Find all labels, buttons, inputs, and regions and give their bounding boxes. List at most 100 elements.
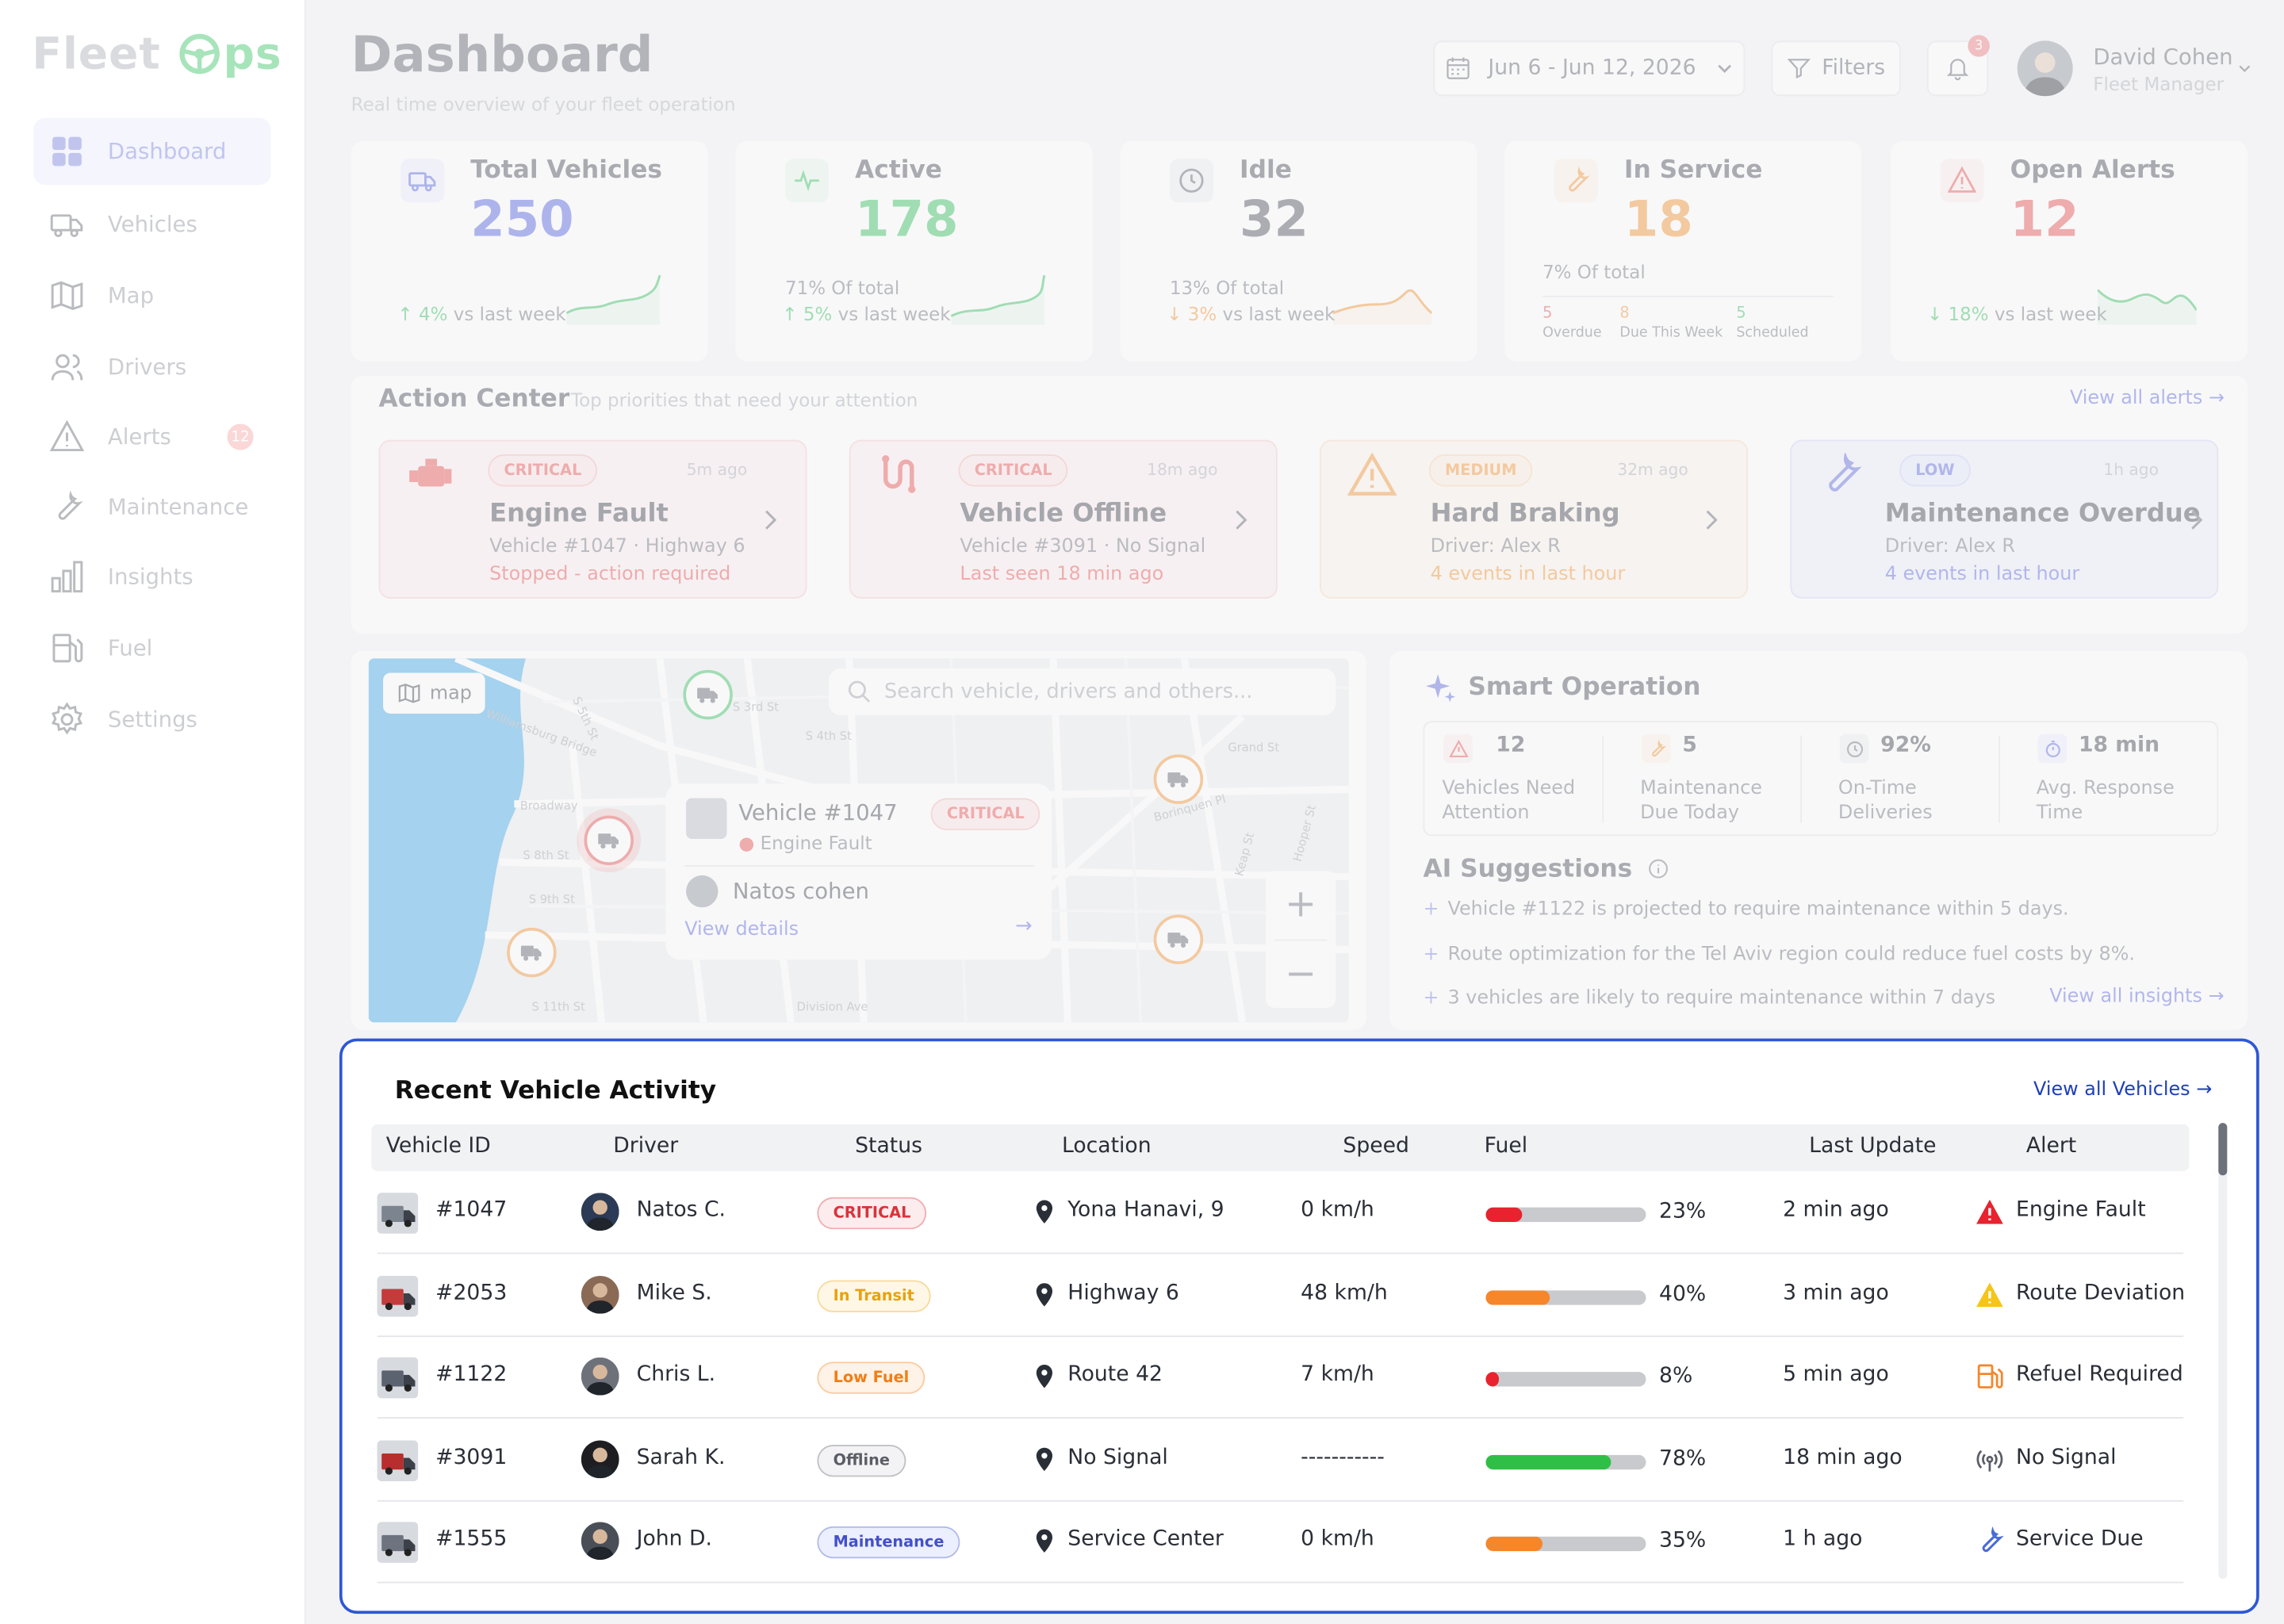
stat-card-active[interactable]: Active 178 71% Of total ↑ 5% vs last wee… (735, 141, 1093, 362)
zoom-in-button[interactable]: + (1266, 871, 1336, 937)
sidebar-item-vehicles[interactable]: Vehicles (33, 191, 270, 258)
warning-icon (1976, 1280, 2005, 1309)
view-all-vehicles-link[interactable]: View all Vehicles → (2033, 1079, 2212, 1101)
wrench-icon (1829, 453, 1862, 492)
driver-avatar (581, 1522, 619, 1561)
brand-logo[interactable]: Fleet ps (32, 29, 282, 80)
info-icon[interactable] (1646, 858, 1669, 880)
engine-icon (409, 458, 452, 487)
alert-label[interactable]: Refuel Required (2016, 1363, 2183, 1386)
last-update: 5 min ago (1783, 1363, 1889, 1387)
sidebar-item-alerts[interactable]: Alerts 12 (33, 404, 270, 470)
vehicle-id[interactable]: #1555 (435, 1528, 507, 1551)
table-row[interactable]: #1047 Natos C. CRITICAL Yona Hanavi, 9 0… (377, 1173, 2184, 1254)
view-all-insights-link[interactable]: View all insights → (2049, 986, 2224, 1008)
alert-card-maintenance-overdue[interactable]: LOW 1h ago Maintenance Overdue Driver: A… (1790, 439, 2219, 599)
table-row[interactable]: #3091 Sarah K. Offline No Signal -------… (377, 1419, 2184, 1502)
status-badge: Offline (817, 1444, 906, 1477)
severity-tag: CRITICAL (488, 454, 598, 487)
column-header[interactable]: Status (855, 1135, 922, 1158)
fuel-bar (1485, 1207, 1646, 1222)
vehicle-id[interactable]: #1047 (435, 1199, 507, 1222)
svg-text:Broadway: Broadway (520, 799, 578, 813)
vehicle-id[interactable]: #2053 (435, 1281, 507, 1304)
alert-card-engine-fault[interactable]: CRITICAL 5m ago Engine Fault Vehicle #10… (378, 439, 807, 599)
zoom-out-button[interactable]: − (1266, 941, 1336, 1008)
dashboard-page: Fleet ps Dashboard Vehicles Map Drivers … (0, 0, 2284, 1624)
vehicle-id[interactable]: #1122 (435, 1363, 507, 1386)
view-all-alerts-link[interactable]: View all alerts → (2070, 388, 2225, 410)
map-view-button[interactable]: map (383, 672, 485, 714)
column-header[interactable]: Speed (1343, 1135, 1409, 1158)
driver-name[interactable]: Chris L. (637, 1363, 715, 1386)
ai-suggestion[interactable]: + Route optimization for the Tel Aviv reg… (1423, 944, 2135, 966)
kpi-vehicles-attention[interactable]: 12 Vehicles Need Attention (1423, 721, 1604, 836)
alert-label[interactable]: Service Due (2016, 1528, 2144, 1551)
sidebar-item-insights[interactable]: Insights (33, 543, 270, 610)
driver-name[interactable]: Natos C. (637, 1199, 726, 1222)
alert-card-vehicle-offline[interactable]: CRITICAL 18m ago Vehicle Offline Vehicle… (849, 439, 1278, 599)
fuel-percent: 78% (1659, 1447, 1707, 1471)
table-row[interactable]: #2053 Mike S. In Transit Highway 6 48 km… (377, 1254, 2185, 1337)
kpi-on-time-deliveries[interactable]: 92% On-Time Deliveries (1819, 721, 2000, 836)
location: No Signal (1067, 1446, 1168, 1469)
warning-icon (49, 419, 85, 452)
column-header[interactable]: Vehicle ID (386, 1135, 491, 1158)
alert-card-hard-braking[interactable]: MEDIUM 32m ago Hard Braking Driver: Alex… (1320, 439, 1749, 599)
bell-icon (1946, 59, 1969, 81)
map-vehicle-marker-critical[interactable] (584, 815, 634, 865)
table-scrollbar[interactable] (2218, 1123, 2228, 1579)
map-vehicle-marker[interactable] (1153, 914, 1204, 964)
table-row[interactable]: #1555 John D. Maintenance Service Center… (377, 1502, 2184, 1584)
alert-label[interactable]: Engine Fault (2016, 1199, 2146, 1222)
sparkline-chart (2097, 289, 2197, 325)
map-search-input[interactable]: Search vehicle, drivers and others... (829, 668, 1336, 715)
view-details-link[interactable]: View details (684, 919, 799, 941)
last-update: 2 min ago (1783, 1198, 1889, 1222)
date-range-picker[interactable]: Jun 6 - Jun 12, 2026 (1433, 40, 1746, 97)
filters-button[interactable]: Filters (1771, 40, 1901, 97)
stat-card-total-vehicles[interactable]: Total Vehicles 250 ↑ 4% vs last week (351, 141, 708, 362)
sidebar-item-settings[interactable]: Settings (33, 686, 270, 753)
table-row[interactable]: #1122 Chris L. Low Fuel Route 42 7 km/h … (377, 1337, 2184, 1419)
stat-card-open-alerts[interactable]: Open Alerts 12 ↓ 18% vs last week (1891, 141, 2248, 362)
map-vehicle-marker[interactable] (1153, 754, 1204, 804)
vehicle-popup[interactable]: Vehicle #1047 CRITICAL ● Engine Fault Na… (665, 783, 1052, 960)
svg-text:S 8th St: S 8th St (523, 849, 569, 863)
map-icon (51, 281, 83, 310)
arrow-right-icon[interactable]: → (1015, 914, 1033, 937)
sidebar-item-map[interactable]: Map (33, 262, 270, 329)
column-header[interactable]: Driver (613, 1135, 678, 1158)
user-name[interactable]: David Cohen (2093, 44, 2232, 70)
stat-label: Open Alerts (2010, 155, 2175, 186)
ai-suggestion[interactable]: +3 vehicles are likely to require mainte… (1423, 987, 1995, 1009)
driver-name[interactable]: Sarah K. (637, 1446, 726, 1469)
driver-name[interactable]: Mike S. (637, 1281, 712, 1304)
column-header[interactable]: Fuel (1485, 1135, 1528, 1158)
stat-card-idle[interactable]: Idle 32 13% Of total ↓ 3% vs last week (1120, 141, 1477, 362)
vehicle-id[interactable]: #3091 (435, 1446, 507, 1469)
sidebar-item-maintenance[interactable]: Maintenance (33, 473, 270, 540)
kpi-maintenance-due[interactable]: 5 Maintenance Due Today (1621, 721, 1802, 836)
stat-card-in-service[interactable]: In Service 18 7% Of total 5 Overdue 8 Du… (1504, 141, 1862, 362)
driver-name[interactable]: John D. (637, 1528, 712, 1551)
user-menu-chevron-icon[interactable] (2237, 61, 2251, 75)
arrow-right-icon: → (2208, 387, 2225, 410)
sidebar-item-dashboard[interactable]: Dashboard (33, 117, 271, 186)
location: Service Center (1067, 1528, 1224, 1552)
user-avatar[interactable] (2017, 40, 2073, 97)
column-header[interactable]: Last Update (1809, 1135, 1936, 1158)
sidebar-item-fuel[interactable]: Fuel (33, 615, 270, 681)
kpi-avg-response-time[interactable]: 18 min Avg. Response Time (2018, 721, 2218, 836)
map-vehicle-marker[interactable] (507, 927, 557, 978)
table-scrollbar-thumb[interactable] (2218, 1123, 2228, 1176)
vehicle-thumbnail (377, 1275, 419, 1316)
alert-label[interactable]: No Signal (2016, 1446, 2117, 1469)
map-vehicle-marker[interactable] (683, 669, 733, 720)
ai-suggestion[interactable]: + Vehicle #1122 is projected to require m… (1423, 898, 2068, 921)
stat-trend: ↑ 4% vs last week (397, 303, 566, 325)
alert-label[interactable]: Route Deviation (2016, 1281, 2185, 1304)
column-header[interactable]: Location (1062, 1135, 1152, 1158)
sidebar-item-drivers[interactable]: Drivers (33, 334, 270, 400)
column-header[interactable]: Alert (2026, 1135, 2076, 1158)
